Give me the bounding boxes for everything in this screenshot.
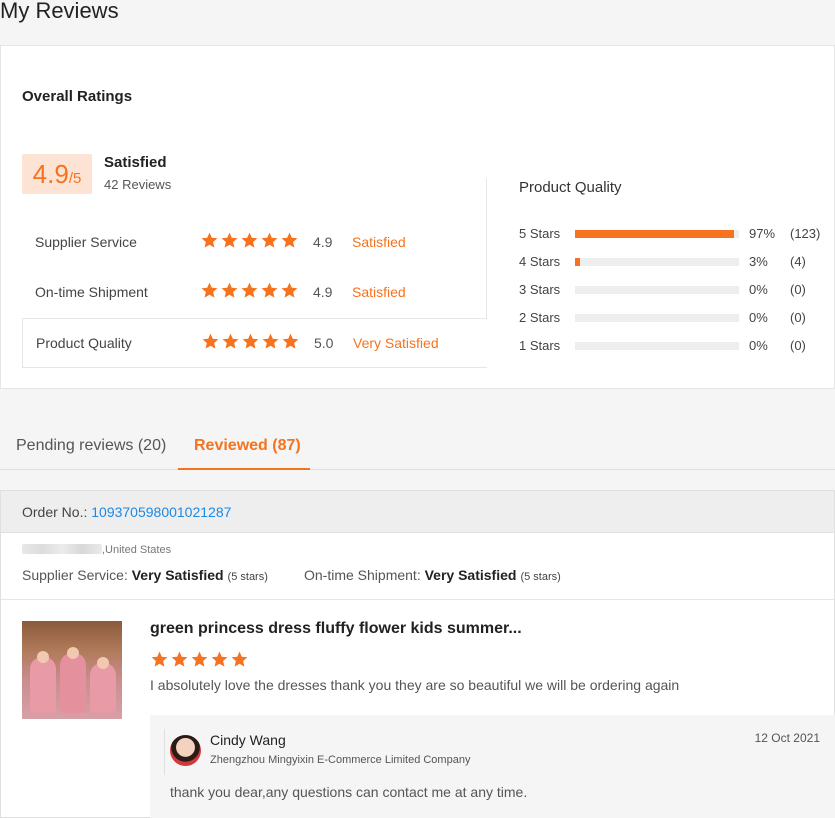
- star-icon: [260, 231, 279, 250]
- star-bar-percent: 0%: [749, 282, 768, 297]
- star-icon: [240, 231, 259, 250]
- star-bar-percent: 0%: [749, 338, 768, 353]
- star-bar-count: (0): [790, 338, 806, 353]
- order-header: Order No.: 109370598001021287: [1, 491, 834, 533]
- reply-date: 12 Oct 2021: [754, 731, 820, 745]
- star-icon: [260, 281, 279, 300]
- reply-text: thank you dear,any questions can contact…: [170, 784, 528, 800]
- rating-row-name: On-time Shipment: [35, 284, 148, 300]
- overall-score-denominator: /5: [68, 170, 82, 187]
- star-icon: [220, 281, 239, 300]
- star-bar-label: 1 Stars: [519, 338, 561, 353]
- star-bar-track: [575, 258, 739, 266]
- star-icon: [200, 231, 219, 250]
- order-number-label: Order No.: 109370598001021287: [22, 504, 232, 520]
- rating-row-text: Satisfied: [352, 284, 406, 300]
- star-bar-label: 3 Stars: [519, 282, 561, 297]
- rating-row-stars: [201, 332, 300, 351]
- star-bar-fill: [575, 230, 735, 238]
- overall-ratings-card: Overall Ratings 4.9/5 Satisfied 42 Revie…: [0, 45, 835, 389]
- rating-row-score: 4.9: [313, 234, 333, 250]
- tab-reviewed[interactable]: Reviewed (87): [194, 437, 301, 455]
- star-icon: [280, 281, 299, 300]
- star-bar-track: [575, 342, 739, 350]
- star-bar-1: 1 Stars 0% (0): [519, 337, 829, 355]
- star-bar-count: (123): [790, 226, 821, 241]
- order-number-link[interactable]: 109370598001021287: [91, 504, 231, 520]
- star-bar-count: (4): [790, 254, 806, 269]
- buyer-country: ,United States: [102, 544, 172, 556]
- rating-row-supplier-service: Supplier Service 4.9 Satisfied: [22, 218, 487, 268]
- ratings-divider: [486, 178, 487, 318]
- rating-row-on-time-shipment: On-time Shipment 4.9 Satisfied: [22, 268, 487, 318]
- replier-company: Zhengzhou Mingyixin E-Commerce Limited C…: [210, 754, 471, 766]
- star-bar-count: (0): [790, 310, 806, 325]
- avatar: [170, 735, 201, 766]
- star-icon: [280, 231, 299, 250]
- star-icon: [230, 650, 249, 669]
- product-quality-title: Product Quality: [519, 179, 622, 196]
- star-icon: [241, 332, 260, 351]
- star-bar-percent: 3%: [749, 254, 768, 269]
- overall-score: 4.9: [32, 159, 69, 189]
- overall-ratings-title: Overall Ratings: [22, 88, 133, 105]
- star-icon: [150, 650, 169, 669]
- rating-row-name: Product Quality: [36, 335, 132, 351]
- product-thumbnail[interactable]: [22, 621, 122, 719]
- star-bar-3: 3 Stars 0% (0): [519, 281, 829, 299]
- star-icon: [190, 650, 209, 669]
- review-separator: [1, 599, 834, 600]
- supplier-service-rating: Supplier Service: Very Satisfied (5 stars…: [22, 567, 268, 583]
- active-tab-indicator: [178, 468, 310, 470]
- supplier-reply: Cindy Wang Zhengzhou Mingyixin E-Commerc…: [150, 715, 835, 818]
- overall-score-badge: 4.9/5: [22, 154, 92, 194]
- rating-row-score: 5.0: [314, 335, 334, 351]
- shipment-rating: On-time Shipment: Very Satisfied (5 stars…: [304, 567, 561, 583]
- star-icon: [200, 281, 219, 300]
- star-bar-track: [575, 314, 739, 322]
- review-tabs: Pending reviews (20) Reviewed (87): [0, 423, 835, 470]
- rating-row-text: Very Satisfied: [353, 335, 439, 351]
- review-text: I absolutely love the dresses thank you …: [150, 677, 680, 693]
- rating-row-score: 4.9: [313, 284, 333, 300]
- overall-satisfaction-label: Satisfied: [104, 154, 167, 171]
- star-bar-track: [575, 286, 739, 294]
- star-icon: [240, 281, 259, 300]
- star-bar-percent: 97%: [749, 226, 776, 241]
- star-bar-track: [575, 230, 739, 238]
- star-bar-5: 5 Stars 97% (123): [519, 225, 829, 243]
- star-bar-label: 5 Stars: [519, 226, 561, 241]
- rating-row-text: Satisfied: [352, 234, 406, 250]
- star-bar-4: 4 Stars 3% (4): [519, 253, 829, 271]
- buyer-name-masked: [22, 544, 102, 554]
- overall-reviews-count: 42 Reviews: [104, 177, 172, 192]
- tab-pending-reviews[interactable]: Pending reviews (20): [16, 437, 166, 455]
- star-icon: [261, 332, 280, 351]
- star-bar-count: (0): [790, 282, 806, 297]
- star-icon: [221, 332, 240, 351]
- review-stars: [150, 650, 249, 669]
- star-bar-label: 2 Stars: [519, 310, 561, 325]
- star-icon: [220, 231, 239, 250]
- star-bar-fill: [575, 258, 580, 266]
- rating-row-name: Supplier Service: [35, 234, 137, 250]
- star-icon: [201, 332, 220, 351]
- star-icon: [170, 650, 189, 669]
- star-bar-2: 2 Stars 0% (0): [519, 309, 829, 327]
- reply-divider: [164, 729, 165, 775]
- product-title-link[interactable]: green princess dress fluffy flower kids …: [150, 620, 522, 638]
- replier-name: Cindy Wang: [210, 732, 286, 748]
- rating-row-stars: [200, 231, 299, 250]
- star-icon: [210, 650, 229, 669]
- star-bar-label: 4 Stars: [519, 254, 561, 269]
- rating-row-product-quality[interactable]: Product Quality 5.0 Very Satisfied: [22, 318, 487, 368]
- order-review-card: Order No.: 109370598001021287 ,United St…: [0, 490, 835, 818]
- page-title: My Reviews: [0, 0, 119, 23]
- rating-row-stars: [200, 281, 299, 300]
- star-bar-percent: 0%: [749, 310, 768, 325]
- star-icon: [281, 332, 300, 351]
